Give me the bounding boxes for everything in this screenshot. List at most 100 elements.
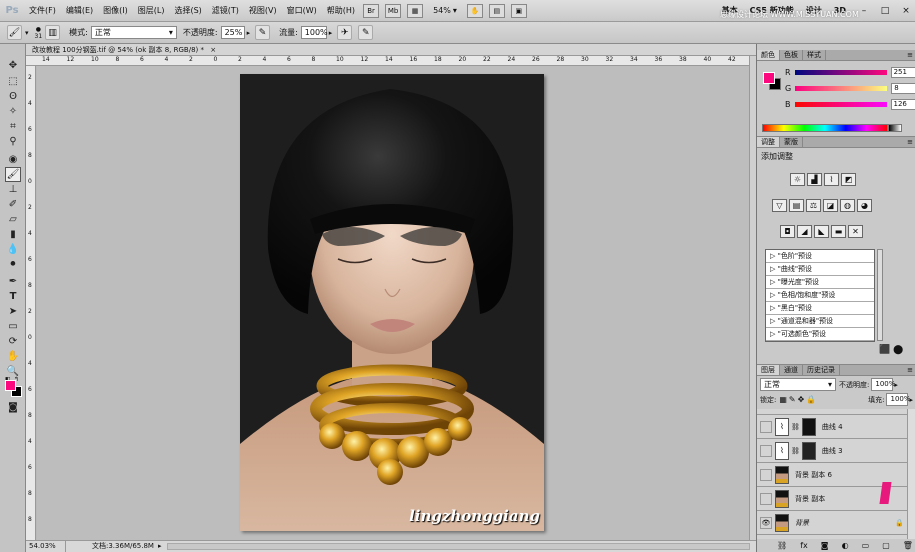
quick-select-tool[interactable]: ✧ — [5, 104, 21, 119]
pen-tool[interactable]: ✒ — [5, 274, 21, 289]
marquee-tool[interactable]: ⬚ — [5, 74, 21, 89]
pressure-opacity-toggle[interactable]: ✎ — [255, 25, 271, 40]
preset-curves[interactable]: ▷ "曲线"预设 — [766, 263, 874, 276]
panel-menu-icon[interactable]: ≡ — [907, 137, 915, 147]
chevron-right-icon[interactable]: ▸ — [247, 29, 251, 37]
menu-view[interactable]: 视图(V) — [244, 5, 282, 16]
menu-layer[interactable]: 图层(L) — [133, 5, 170, 16]
brush-size-preview[interactable]: ● 31 — [35, 26, 43, 40]
lock-transparent-icon[interactable]: ▦ — [779, 395, 787, 404]
opacity-input[interactable]: 25% — [220, 26, 245, 39]
menu-edit[interactable]: 编辑(E) — [61, 5, 98, 16]
color-foreground-swatch[interactable] — [763, 72, 775, 84]
tab-adjustments[interactable]: 调整 — [757, 137, 780, 147]
curves-icon[interactable]: ⌇ — [824, 173, 839, 186]
black-white-icon[interactable]: ◪ — [823, 199, 838, 212]
visibility-toggle[interactable] — [760, 468, 772, 481]
lock-position-icon[interactable]: ✥ — [798, 395, 805, 404]
preset-channel-mixer[interactable]: ▷ "通道混和器"预设 — [766, 315, 874, 328]
add-mask-icon[interactable]: ◙ — [821, 541, 829, 550]
history-brush-tool[interactable]: ✐ — [5, 197, 21, 212]
fill-input[interactable]: 100% — [886, 393, 911, 406]
arrange-documents-button[interactable]: ▤ — [488, 3, 505, 18]
brush-panel-toggle[interactable]: ▥ — [45, 25, 61, 40]
panel-menu-icon[interactable]: ≡ — [907, 365, 915, 375]
document-image[interactable]: lingzhonggiang — [240, 74, 544, 531]
visibility-toggle[interactable] — [760, 444, 772, 457]
preset-levels[interactable]: ▷ "色阶"预设 — [766, 250, 874, 263]
layer-name[interactable]: 背景 副本 6 — [795, 470, 832, 480]
close-tab-icon[interactable]: × — [210, 46, 216, 54]
screen-mode-button[interactable]: ▣ — [510, 3, 527, 18]
canvas-area[interactable]: lingzhonggiang — [37, 66, 749, 540]
new-adjustment-icon[interactable]: ◐ — [842, 541, 849, 550]
adjustment-panel-icons[interactable]: ⬛ ⬤ — [879, 345, 903, 355]
ruler-horizontal[interactable]: 14 12 10 8 6 4 2 0 2 4 6 8 10 12 14 16 18 20 22 24 26 28 30 32 3… — [26, 56, 756, 66]
menu-file[interactable]: 文件(F) — [24, 5, 61, 16]
close-button[interactable]: × — [897, 4, 915, 18]
bridge-button[interactable]: Br — [363, 3, 380, 18]
eraser-tool[interactable]: ▱ — [5, 212, 21, 227]
canvas-vertical-scrollbar[interactable] — [749, 56, 756, 540]
presets-scrollbar[interactable] — [877, 249, 883, 341]
layer-row[interactable]: ⌇ ⛓ 曲线 3 — [757, 439, 907, 463]
chevron-right-icon[interactable]: ▸ — [909, 396, 913, 404]
layer-name[interactable]: 背景 — [795, 518, 809, 528]
visibility-toggle[interactable] — [760, 492, 772, 505]
brightness-contrast-icon[interactable]: ☼ — [790, 173, 805, 186]
selective-color-icon[interactable]: ✕ — [848, 225, 863, 238]
invert-icon[interactable]: ◘ — [780, 225, 795, 238]
layer-row[interactable]: ⌇ ⛓ 曲线 4 — [757, 415, 907, 439]
path-select-tool[interactable]: ➤ — [5, 304, 21, 319]
color-spectrum-bar[interactable] — [762, 124, 888, 132]
tab-layers[interactable]: 图层 — [757, 365, 780, 375]
delete-layer-icon[interactable]: 🗑 — [903, 541, 913, 550]
green-value-input[interactable]: 8 — [891, 82, 915, 94]
menu-filter[interactable]: 滤镜(T) — [207, 5, 244, 16]
minimize-button[interactable]: – — [855, 4, 873, 18]
lasso-tool[interactable]: ʘ — [5, 89, 21, 104]
red-value-input[interactable]: 251 — [890, 66, 915, 78]
grayscale-ramp[interactable] — [888, 124, 902, 132]
panel-menu-icon[interactable]: ≡ — [907, 50, 915, 60]
layer-name[interactable]: 背景 副本 — [795, 494, 825, 504]
ruler-vertical[interactable]: 2 4 6 8 0 2 4 6 8 2 0 4 6 8 4 6 8 8 — [26, 66, 36, 540]
lock-image-icon[interactable]: ✎ — [789, 395, 796, 404]
lock-all-icon[interactable]: 🔒 — [806, 395, 816, 404]
link-layers-icon[interactable]: ⛓ — [777, 541, 787, 550]
workspace-cs5[interactable]: CS5 新功能 — [750, 5, 794, 16]
minibridge-button[interactable]: Mb — [385, 3, 402, 18]
clone-stamp-tool[interactable]: ⊥ — [5, 182, 21, 197]
blue-value-input[interactable]: 126 — [890, 98, 915, 110]
foreground-color-swatch[interactable] — [5, 380, 16, 391]
canvas-horizontal-scrollbar[interactable] — [167, 543, 750, 550]
hue-saturation-icon[interactable]: ▤ — [789, 199, 804, 212]
type-tool[interactable]: T — [5, 289, 21, 304]
tab-channels[interactable]: 通道 — [780, 365, 803, 375]
chevron-right-icon[interactable]: ▸ — [894, 381, 898, 389]
levels-icon[interactable]: ▟ — [807, 173, 822, 186]
layer-name[interactable]: 曲线 4 — [822, 422, 843, 432]
posterize-icon[interactable]: ◢ — [797, 225, 812, 238]
layer-mask-thumbnail[interactable] — [801, 417, 816, 436]
hand-tool-button[interactable]: ✋ — [466, 3, 483, 18]
new-layer-icon[interactable]: ▢ — [882, 541, 890, 550]
tab-color[interactable]: 颜色 — [757, 50, 780, 60]
workspace-3d[interactable]: 3D — [834, 6, 846, 15]
airbrush-toggle[interactable]: ✈ — [337, 25, 353, 40]
layers-scrollbar[interactable] — [907, 409, 915, 539]
vibrance-icon[interactable]: ▽ — [772, 199, 787, 212]
menu-select[interactable]: 选择(S) — [169, 5, 206, 16]
pressure-size-toggle[interactable]: ✎ — [358, 25, 374, 40]
blend-mode-select[interactable]: 正常 ▾ — [90, 26, 177, 39]
blue-slider[interactable] — [794, 101, 887, 107]
brush-preset-picker[interactable]: 🖌 — [7, 25, 22, 40]
layer-row[interactable]: 👁 背景 🔒 — [757, 511, 907, 535]
preset-black-white[interactable]: ▷ "黑白"预设 — [766, 302, 874, 315]
tab-masks[interactable]: 蒙版 — [780, 137, 803, 147]
blur-tool[interactable]: 💧 — [5, 242, 21, 257]
exposure-icon[interactable]: ◩ — [841, 173, 856, 186]
tab-styles[interactable]: 样式 — [803, 50, 826, 60]
menu-image[interactable]: 图像(I) — [98, 5, 133, 16]
photo-filter-icon[interactable]: ◍ — [840, 199, 855, 212]
